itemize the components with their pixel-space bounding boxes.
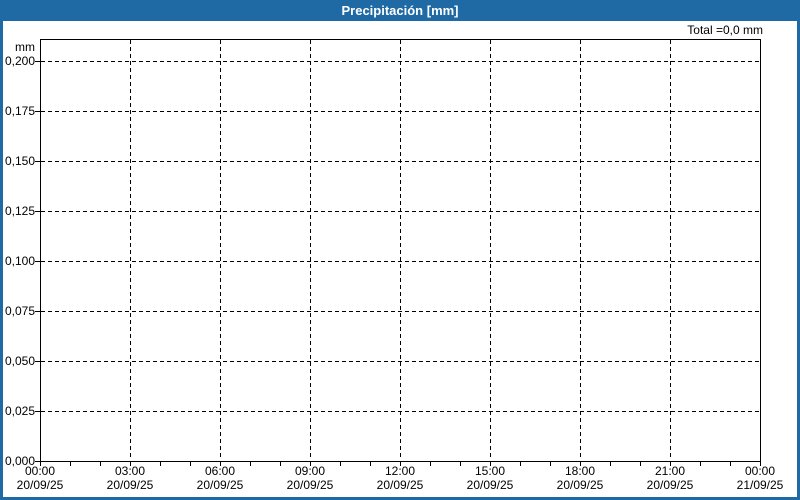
v-gridline	[670, 40, 671, 460]
y-tick	[35, 161, 40, 162]
x-tick-date-label: 21/09/25	[736, 478, 784, 492]
x-tick-date-label: 20/09/25	[466, 478, 514, 492]
v-gridline	[400, 40, 401, 460]
v-gridline	[490, 40, 491, 460]
x-tick	[400, 462, 401, 466]
x-tick	[430, 462, 431, 466]
x-tick-time-label: 09:00	[294, 464, 326, 478]
x-tick	[670, 462, 671, 466]
y-tick	[35, 211, 40, 212]
x-tick-date-label: 20/09/25	[556, 478, 604, 492]
x-tick	[550, 462, 551, 466]
y-tick-label: 0,100	[4, 254, 35, 268]
y-tick	[35, 111, 40, 112]
y-tick	[35, 261, 40, 262]
y-tick	[35, 411, 40, 412]
x-tick	[100, 462, 101, 466]
y-tick-label: 0,175	[4, 104, 35, 118]
x-tick-time-label: 18:00	[564, 464, 596, 478]
x-tick	[490, 462, 491, 466]
y-axis-line	[40, 39, 41, 462]
v-gridline	[580, 40, 581, 460]
x-tick	[580, 462, 581, 466]
x-tick-time-label: 03:00	[114, 464, 146, 478]
v-gridline	[310, 40, 311, 460]
x-tick	[310, 462, 311, 466]
x-tick-time-label: 00:00	[24, 464, 56, 478]
x-tick	[280, 462, 281, 466]
x-tick	[370, 462, 371, 466]
x-tick-time-label: 06:00	[204, 464, 236, 478]
x-tick	[190, 462, 191, 466]
chart-window: Precipitación [mm] Total =0,0 mm mm 0,00…	[0, 0, 800, 500]
x-tick	[700, 462, 701, 466]
x-tick-time-label: 15:00	[474, 464, 506, 478]
x-tick	[250, 462, 251, 466]
x-tick-date-label: 20/09/25	[196, 478, 244, 492]
x-tick	[40, 462, 41, 466]
x-tick-date-label: 20/09/25	[106, 478, 154, 492]
y-tick-label: 0,050	[4, 354, 35, 368]
y-tick	[35, 361, 40, 362]
x-tick-date-label: 20/09/25	[376, 478, 424, 492]
x-tick-date-label: 20/09/25	[286, 478, 334, 492]
y-tick-label: 0,125	[4, 204, 35, 218]
x-tick	[160, 462, 161, 466]
y-tick-label: 0,075	[4, 304, 35, 318]
x-tick	[760, 462, 761, 466]
y-axis-unit-label: mm	[15, 40, 35, 54]
v-gridline	[130, 40, 131, 460]
x-tick	[70, 462, 71, 466]
x-tick	[130, 462, 131, 466]
plot-border-right	[760, 39, 761, 462]
x-tick-date-label: 20/09/25	[16, 478, 64, 492]
total-label: Total =0,0 mm	[687, 23, 763, 37]
x-tick	[340, 462, 341, 466]
chart-title: Precipitación [mm]	[341, 3, 459, 18]
v-gridline	[220, 40, 221, 460]
x-tick	[730, 462, 731, 466]
x-tick-time-label: 12:00	[384, 464, 416, 478]
y-tick-label: 0,150	[4, 154, 35, 168]
chart-title-bar: Precipitación [mm]	[0, 0, 800, 21]
x-tick-time-label: 00:00	[744, 464, 776, 478]
x-tick-time-label: 21:00	[654, 464, 686, 478]
x-tick	[640, 462, 641, 466]
x-tick	[460, 462, 461, 466]
x-tick-date-label: 20/09/25	[646, 478, 694, 492]
x-tick	[220, 462, 221, 466]
y-tick-label: 0,025	[4, 404, 35, 418]
x-tick	[520, 462, 521, 466]
y-tick	[35, 61, 40, 62]
y-tick-label: 0,200	[4, 54, 35, 68]
x-tick	[610, 462, 611, 466]
y-tick	[35, 311, 40, 312]
